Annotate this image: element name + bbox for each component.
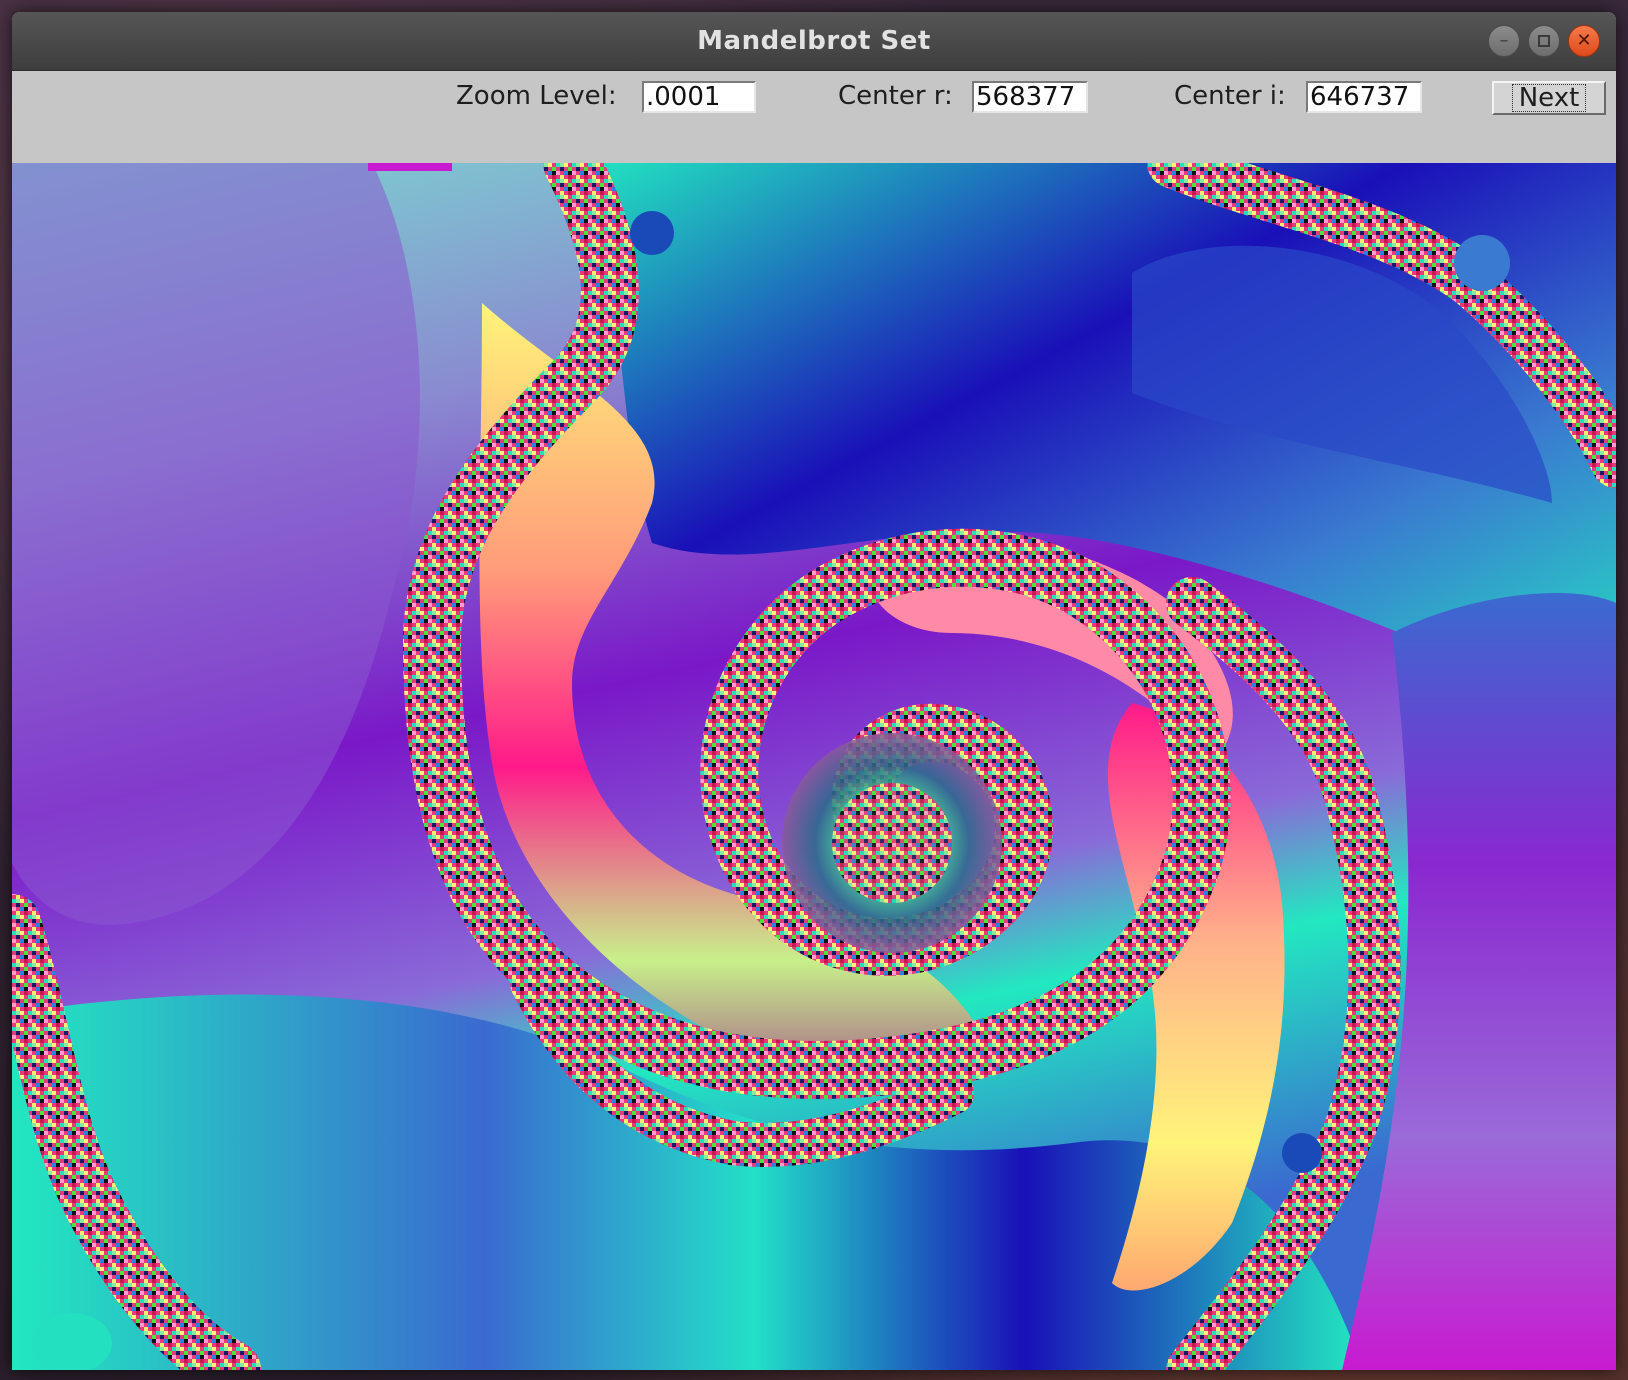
center-r-label: Center r: [838,81,953,111]
next-button-label: Next [1511,84,1587,112]
fractal-canvas[interactable] [12,163,1616,1370]
title-bar[interactable]: Mandelbrot Set – ✕ [12,12,1616,71]
mandelbrot-image [12,163,1616,1370]
zoom-level-input[interactable]: .0001 [642,81,756,113]
minimize-button[interactable]: – [1488,25,1520,57]
center-r-input[interactable]: 568377 [972,81,1088,113]
maximize-button[interactable] [1528,25,1560,57]
window-title: Mandelbrot Set [697,26,931,56]
next-button[interactable]: Next [1492,81,1606,115]
zoom-level-label: Zoom Level: [456,81,617,111]
close-icon: ✕ [1576,30,1592,51]
maximize-icon [1538,35,1550,47]
center-i-input[interactable]: 646737 [1306,81,1422,113]
app-window: Mandelbrot Set – ✕ Zoom Level: .0001 Cen… [12,12,1616,1370]
control-panel: Zoom Level: .0001 Center r: 568377 Cente… [12,71,1616,163]
close-button[interactable]: ✕ [1568,25,1600,57]
minimize-icon: – [1499,30,1509,51]
center-i-label: Center i: [1174,81,1286,111]
